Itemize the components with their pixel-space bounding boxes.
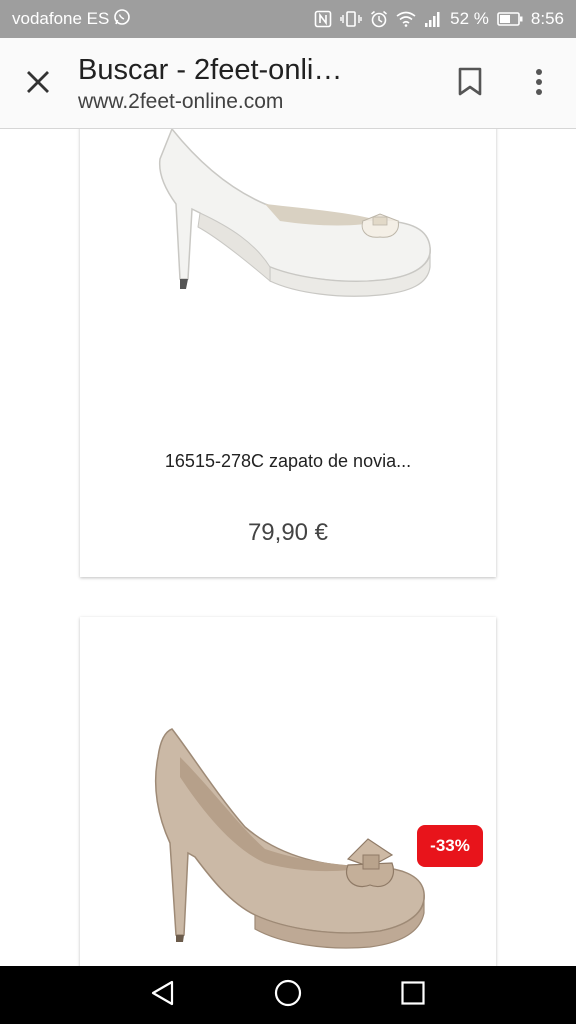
home-circle-icon: [274, 979, 302, 1012]
product-card[interactable]: 16515-278C zapato de novia... 79,90 €: [80, 129, 496, 577]
battery-percent: 52 %: [450, 9, 489, 28]
product-price: 79,90 €: [247, 519, 329, 546]
vibrate-icon: [340, 10, 362, 28]
discount-badge: -33%: [417, 825, 483, 867]
navigation-bar: [0, 966, 576, 1024]
whatsapp-icon: [113, 8, 131, 31]
alarm-icon: [370, 10, 388, 28]
page-url: www.2feet-online.com: [78, 90, 284, 113]
more-vert-icon: [535, 68, 543, 101]
recents-square-icon: [401, 980, 425, 1010]
battery-icon: [497, 12, 523, 26]
product-image[interactable]: [80, 129, 496, 434]
back-triangle-icon: [150, 980, 176, 1011]
web-content[interactable]: 16515-278C zapato de novia... 79,90 € -3…: [0, 129, 576, 966]
wifi-icon: [396, 11, 416, 27]
product-card[interactable]: -33%: [80, 617, 496, 966]
close-button[interactable]: [14, 60, 62, 108]
clock: 8:56: [530, 9, 564, 28]
signal-icon: [424, 11, 442, 27]
home-button[interactable]: [264, 971, 312, 1019]
product-image[interactable]: [80, 617, 496, 966]
status-bar: vodafone ES 52 % 8:56: [0, 0, 576, 38]
page-title: Buscar - 2feet-onli…: [78, 54, 343, 86]
overflow-menu-button[interactable]: [515, 60, 563, 108]
recents-button[interactable]: [389, 971, 437, 1019]
carrier-label: vodafone ES: [12, 9, 110, 28]
browser-toolbar: Buscar - 2feet-onli… www.2feet-online.co…: [0, 38, 576, 129]
bookmark-icon: [458, 67, 482, 102]
nfc-icon: [314, 10, 332, 28]
back-button[interactable]: [139, 971, 187, 1019]
product-name[interactable]: 16515-278C zapato de novia...: [80, 451, 496, 472]
close-icon: [25, 69, 51, 100]
bookmark-button[interactable]: [446, 60, 494, 108]
